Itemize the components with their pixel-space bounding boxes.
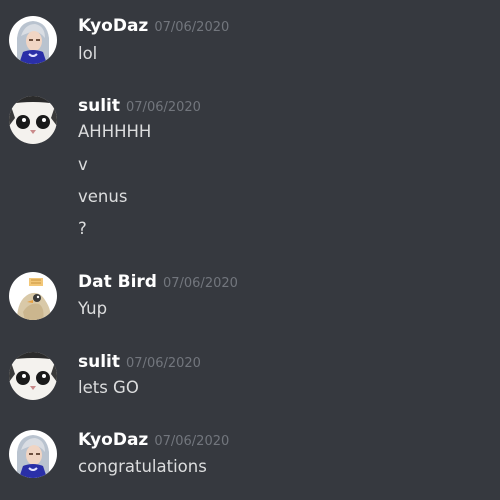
author-name[interactable]: sulit [78,352,120,372]
message-timestamp: 07/06/2020 [162,276,238,291]
message-header: sulit 07/06/2020 [78,352,201,378]
cat-avatar-icon[interactable] [9,96,57,144]
message-text: Yup [78,299,108,318]
message-text: ? [78,219,87,238]
message-timestamp: 07/06/2020 [126,100,201,115]
message-text: AHHHHH [78,122,152,141]
anime-character-avatar-icon[interactable] [9,16,57,64]
cat-avatar-icon[interactable] [9,352,57,400]
author-name[interactable]: Dat Bird [78,272,157,292]
anime-character-avatar-icon[interactable] [9,430,57,478]
message-text: v [78,155,88,174]
message-text: venus [78,187,128,206]
message-text: lol [78,44,98,63]
author-name[interactable]: KyoDaz [78,16,148,36]
message-header: KyoDaz 07/06/2020 [78,16,229,42]
author-name[interactable]: sulit [78,96,120,116]
author-name[interactable]: KyoDaz [78,430,148,450]
message-text: congratulations [78,457,207,476]
message-text: lets GO [78,378,139,397]
chat-message-list: KyoDaz 07/06/2020 lol sulit 07/06/2020 AHH… [0,0,500,500]
message-timestamp: 07/06/2020 [126,356,201,371]
message-header: sulit 07/06/2020 [78,96,201,122]
message-header: KyoDaz 07/06/2020 [78,430,229,456]
bird-avatar-icon[interactable] [9,272,57,320]
message-header: Dat Bird 07/06/2020 [78,272,238,298]
message-timestamp: 07/06/2020 [154,434,230,449]
message-timestamp: 07/06/2020 [154,20,230,35]
